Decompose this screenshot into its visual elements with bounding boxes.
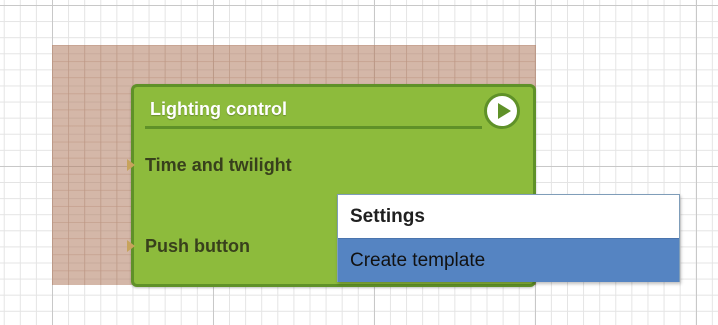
port-arrow-icon[interactable] [127,240,135,252]
title-divider [145,126,482,129]
input-label-time: Time and twilight [145,155,292,175]
context-menu: Settings Create template [337,194,680,282]
menu-item-create-template[interactable]: Create template [338,238,679,282]
play-icon [498,103,511,119]
block-title: Lighting control [150,99,287,119]
input-label-push-button: Push button [145,236,250,256]
port-arrow-icon[interactable] [127,159,135,171]
play-button[interactable] [484,93,520,129]
menu-item-settings[interactable]: Settings [338,195,679,238]
